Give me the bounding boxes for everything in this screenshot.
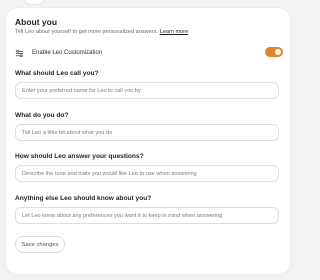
other-info-input[interactable] [15, 207, 279, 224]
question-style-label: How should Leo answer your questions? [15, 153, 144, 160]
name-input[interactable] [15, 82, 279, 99]
answer-style-input[interactable] [15, 165, 279, 182]
subtitle-text: Tell Leo about yourself to get more pers… [15, 29, 159, 35]
section-title: About you [15, 17, 58, 27]
toggle-knob [275, 49, 281, 55]
save-changes-button[interactable]: Save changes [15, 236, 65, 253]
about-you-card: About you Tell Leo about yourself to get… [6, 8, 290, 274]
question-name-label: What should Leo call you? [15, 70, 99, 77]
top-tab-edge [22, 0, 46, 5]
customization-label: Enable Leo Customization [32, 50, 103, 56]
occupation-input[interactable] [15, 124, 279, 141]
customization-row: Enable Leo Customization [15, 46, 283, 62]
question-occupation-label: What do you do? [15, 112, 69, 119]
section-subtitle: Tell Leo about yourself to get more pers… [15, 29, 188, 35]
customization-toggle[interactable] [265, 47, 283, 57]
question-other-label: Anything else Leo should know about you? [15, 195, 152, 202]
sliders-icon [15, 49, 24, 58]
learn-more-link[interactable]: Learn more [160, 29, 189, 35]
